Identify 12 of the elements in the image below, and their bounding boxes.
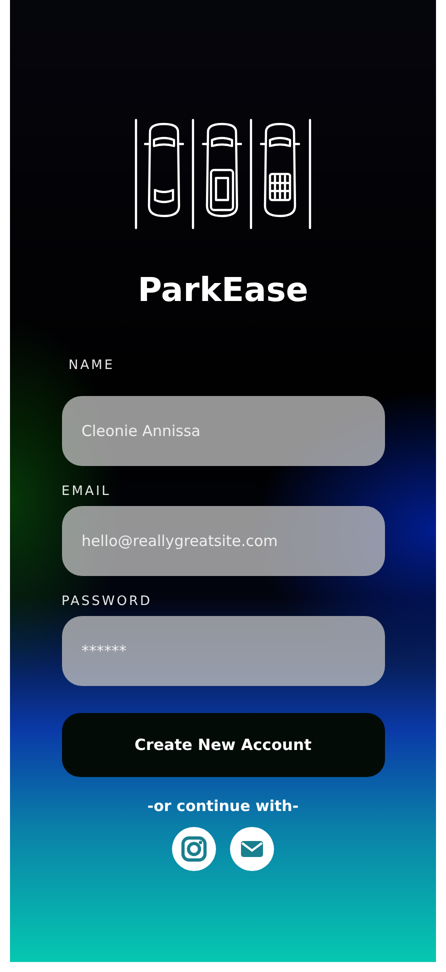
field-label: PASSWORD: [62, 594, 152, 610]
input-field[interactable]: hello@reallygreatsite.com: [62, 506, 384, 576]
create-account-button[interactable]: Create New Account: [62, 713, 384, 777]
input-field[interactable]: Cleonie Annissa: [62, 396, 384, 466]
app-title: ParkEase: [138, 270, 308, 310]
input-field[interactable]: ******: [62, 616, 384, 686]
instagram-icon[interactable]: [172, 827, 216, 871]
mail-icon[interactable]: [230, 827, 274, 871]
parked-cars-icon: [133, 118, 313, 230]
alt-login-text: -or continue with-: [147, 797, 299, 815]
field-label: NAME: [68, 358, 115, 374]
field-label: EMAIL: [62, 484, 111, 500]
